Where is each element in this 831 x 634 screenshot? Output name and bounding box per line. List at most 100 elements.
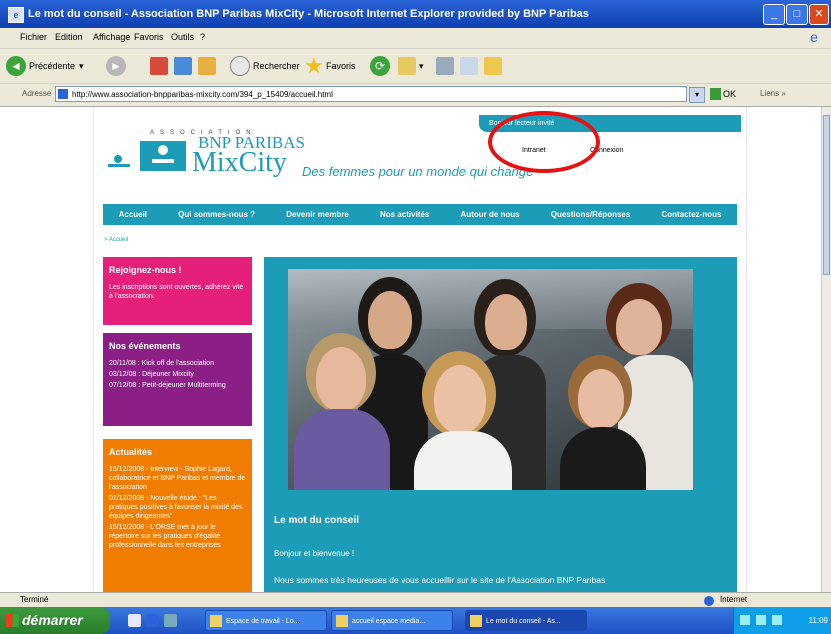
events-box: Nos événements 20/11/08 : Kick off de l'… (103, 333, 252, 426)
rejoignez-box[interactable]: Rejoignez-nous ! Les inscriptions sont o… (103, 257, 252, 325)
mail-icon (398, 57, 416, 75)
nav-questions-reponses[interactable]: Questions/Réponses (551, 210, 631, 219)
menubar: Fichier Edition Affichage Favoris Outils… (0, 28, 831, 49)
toolbar: ◄ Précédente ▾ ► Rechercher Favoris ⟳ ▾ (0, 49, 831, 84)
minimize-button[interactable]: _ (763, 4, 785, 25)
system-tray: 11:09 (733, 607, 831, 634)
app-icon (336, 615, 348, 627)
favorites-button[interactable]: Favoris (305, 55, 356, 77)
forward-arrow-icon: ► (106, 56, 126, 76)
event-item[interactable]: 03/12/08 : Déjeuner Mixcity (109, 370, 246, 379)
ie-quicklaunch-icon[interactable] (146, 614, 159, 627)
vertical-scrollbar[interactable] (821, 107, 831, 592)
nav-autour-de-nous[interactable]: Autour de nous (461, 210, 520, 219)
site-tagline: Des femmes pour un monde qui change (302, 164, 534, 179)
refresh-icon (174, 57, 192, 75)
news-title: Actualités (109, 447, 153, 457)
search-icon (230, 56, 250, 76)
back-button[interactable]: ◄ Précédente ▾ (6, 55, 84, 77)
links-button[interactable]: Liens » (760, 89, 786, 98)
back-label: Précédente (29, 61, 76, 71)
taskbar-item-mot-du-conseil[interactable]: Le mot du conseil - As... (465, 610, 587, 631)
maximize-button[interactable]: □ (786, 4, 808, 25)
nav-accueil[interactable]: Accueil (119, 210, 147, 219)
home-icon (198, 57, 216, 75)
nav-nos-activites[interactable]: Nos activités (380, 210, 429, 219)
nav-qui-sommes-nous[interactable]: Qui sommes-nous ? (178, 210, 255, 219)
annotation-circle (488, 111, 600, 173)
web-page: Bonjour lecteur invité Intranet Connexio… (93, 107, 747, 592)
address-input[interactable]: http://www.association-bnpparibas-mixcit… (55, 86, 687, 102)
address-dropdown-button[interactable]: ▾ (689, 87, 705, 103)
tray-security-icon[interactable] (772, 615, 782, 625)
forward-button[interactable]: ► (106, 55, 129, 77)
news-item[interactable]: 15/12/2008 - Interview - Sophie Lagard, … (109, 465, 246, 492)
window-title: Le mot du conseil - Association BNP Pari… (28, 8, 589, 20)
scrollbar-thumb[interactable] (823, 115, 830, 275)
menu-affichage[interactable]: Affichage (93, 32, 130, 42)
menu-edition[interactable]: Edition (55, 32, 83, 42)
news-item[interactable]: 01/12/2008 - Nouvelle étude : "Les prati… (109, 494, 246, 521)
mixcity-logo-icon (108, 141, 186, 171)
print-icon (436, 57, 454, 75)
close-button[interactable]: ✕ (809, 4, 829, 25)
news-item[interactable]: 15/12/2008 - L'ORSE met à jour le répert… (109, 523, 246, 550)
chevron-down-icon: ▾ (419, 60, 424, 71)
media-icon[interactable] (164, 614, 177, 627)
print-button[interactable] (436, 55, 457, 77)
start-label: démarrer (22, 612, 83, 628)
rejoignez-title: Rejoignez-nous ! (109, 265, 182, 275)
rejoignez-text: Les inscriptions sont ouvertes, adhérez … (109, 284, 244, 300)
menu-outils[interactable]: Outils (171, 32, 194, 42)
search-button[interactable]: Rechercher (230, 55, 300, 77)
internet-zone-icon (704, 596, 714, 606)
security-zone: Internet (720, 595, 748, 604)
home-button[interactable] (198, 55, 219, 77)
desktop-icon[interactable] (128, 614, 141, 627)
menu-favoris[interactable]: Favoris (134, 32, 164, 42)
start-button[interactable]: démarrer (0, 607, 110, 634)
chevron-down-icon: ▾ (79, 60, 84, 71)
ie-throbber-icon: e (810, 29, 818, 45)
history-button[interactable]: ⟳ (370, 55, 393, 77)
menu-fichier[interactable]: Fichier (20, 32, 47, 42)
tray-volume-icon[interactable] (756, 615, 766, 625)
address-bar: Adresse http://www.association-bnppariba… (0, 84, 831, 107)
team-photo (288, 269, 693, 490)
edit-button[interactable] (460, 55, 481, 77)
event-item[interactable]: 07/12/08 : Petit-déjeuner Multiterming (109, 381, 246, 390)
page-icon (58, 89, 68, 99)
tray-network-icon[interactable] (740, 615, 750, 625)
main-content-panel: Le mot du conseil Bonjour et bienvenue !… (264, 257, 737, 592)
ie-app-icon (470, 615, 482, 627)
history-icon: ⟳ (370, 56, 390, 76)
task-label: Espace de travail - Lo... (226, 618, 300, 625)
mail-button[interactable]: ▾ (398, 55, 424, 77)
search-label: Rechercher (253, 61, 300, 71)
star-icon (305, 57, 323, 74)
status-bar: Terminé Internet (0, 592, 831, 608)
taskbar-item-accueil-media[interactable]: accueil espace media... (331, 610, 453, 631)
folder-button[interactable] (484, 55, 505, 77)
ie-window-icon[interactable]: e (8, 7, 24, 23)
edit-icon (460, 57, 478, 75)
event-item[interactable]: 20/11/08 : Kick off de l'association (109, 359, 246, 368)
logo-mixcity-text: MixCity (192, 147, 287, 178)
clock[interactable]: 11:09 (809, 616, 828, 625)
go-button[interactable]: OK (710, 87, 736, 101)
back-arrow-icon: ◄ (6, 56, 26, 76)
nav-contactez-nous[interactable]: Contactez-nous (661, 210, 721, 219)
main-intro-text: Nous sommes très heureuses de vous accue… (274, 575, 606, 585)
news-box: Actualités 15/12/2008 - Interview - Soph… (103, 439, 252, 592)
taskbar-item-espace-travail[interactable]: Espace de travail - Lo... (205, 610, 327, 631)
browser-viewport: Bonjour lecteur invité Intranet Connexio… (0, 107, 822, 592)
links-label: Liens (760, 89, 780, 98)
events-title: Nos événements (109, 341, 181, 351)
refresh-button[interactable] (174, 55, 195, 77)
stop-button[interactable] (150, 55, 171, 77)
go-arrow-icon (710, 88, 721, 100)
menu-help[interactable]: ? (200, 32, 205, 42)
breadcrumb[interactable]: > Accueil (104, 237, 128, 243)
nav-devenir-membre[interactable]: Devenir membre (286, 210, 349, 219)
task-label: Le mot du conseil - As... (486, 618, 561, 625)
